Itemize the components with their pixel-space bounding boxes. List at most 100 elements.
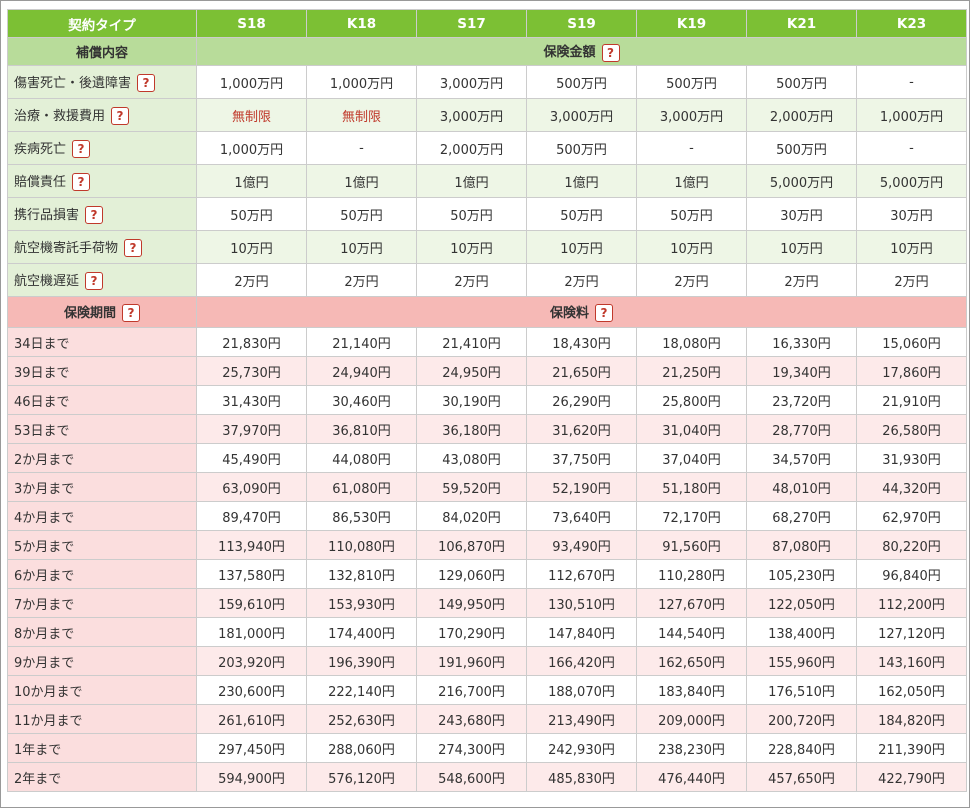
premium-cell: 59,520円 xyxy=(416,472,527,502)
premium-cell: 24,940円 xyxy=(306,356,417,386)
period-label: 1年まで xyxy=(7,733,197,763)
period-label: 39日まで xyxy=(7,356,197,386)
coverage-amount-cell: 500万円 xyxy=(636,65,747,99)
coverage-amount-cell: 2万円 xyxy=(856,263,967,297)
premium-cell: 91,560円 xyxy=(636,530,747,560)
premium-cell: 106,870円 xyxy=(416,530,527,560)
premium-cell: 62,970円 xyxy=(856,501,967,531)
plan-header-row: 契約タイプ S18 K18 S17 S19 K19 K21 K23 xyxy=(7,9,967,38)
premium-cell: 26,290円 xyxy=(526,385,637,415)
help-icon[interactable]: ? xyxy=(85,206,104,225)
premium-cell: 89,470円 xyxy=(196,501,307,531)
premium-cell: 209,000円 xyxy=(636,704,747,734)
help-icon[interactable]: ? xyxy=(85,272,104,291)
premium-cell: 213,490円 xyxy=(526,704,637,734)
premium-row: 3か月まで 63,090円 61,080円 59,520円 52,190円 51,180円… xyxy=(7,472,967,502)
premium-cell: 144,540円 xyxy=(636,617,747,647)
premium-cell: 149,950円 xyxy=(416,588,527,618)
help-icon[interactable]: ? xyxy=(111,107,130,126)
coverage-row-label: 航空機遅延? xyxy=(7,263,197,297)
premium-cell: 242,930円 xyxy=(526,733,637,763)
help-icon[interactable]: ? xyxy=(124,239,143,258)
coverage-amount-cell: 1億円 xyxy=(196,164,307,198)
premium-row: 8か月まで 181,000円 174,400円 170,290円 147,840円 144… xyxy=(7,617,967,647)
coverage-amount-cell: 3,000万円 xyxy=(416,65,527,99)
coverage-amount-cell: 1,000万円 xyxy=(856,98,967,132)
period-label: 10か月まで xyxy=(7,675,197,705)
premium-cell: 44,080円 xyxy=(306,443,417,473)
premium-cell: 162,050円 xyxy=(856,675,967,705)
plan-header-s19: S19 xyxy=(526,9,637,38)
premium-cell: 138,400円 xyxy=(746,617,857,647)
premium-cell: 132,810円 xyxy=(306,559,417,589)
premium-cell: 127,670円 xyxy=(636,588,747,618)
premium-cell: 52,190円 xyxy=(526,472,637,502)
period-label: 53日まで xyxy=(7,414,197,444)
coverage-amount-cell: 50万円 xyxy=(526,197,637,231)
premium-cell: 143,160円 xyxy=(856,646,967,676)
premium-cell: 422,790円 xyxy=(856,762,967,792)
premium-cell: 274,300円 xyxy=(416,733,527,763)
premium-row: 39日まで 25,730円 24,940円 24,950円 21,650円 21,250円… xyxy=(7,356,967,386)
coverage-amount-cell: 10万円 xyxy=(416,230,527,264)
help-icon[interactable]: ? xyxy=(601,43,620,62)
coverage-name: 航空機遅延 xyxy=(14,273,80,289)
premium-cell: 166,420円 xyxy=(526,646,637,676)
help-icon[interactable]: ? xyxy=(72,140,91,159)
help-icon[interactable]: ? xyxy=(72,173,91,192)
coverage-amount-cell: 10万円 xyxy=(306,230,417,264)
premium-cell: 24,950円 xyxy=(416,356,527,386)
premium-cell: 45,490円 xyxy=(196,443,307,473)
premium-row: 46日まで 31,430円 30,460円 30,190円 26,290円 25,800円… xyxy=(7,385,967,415)
insured-amount-label: 保険金額 xyxy=(543,45,596,61)
page-frame: 契約タイプ S18 K18 S17 S19 K19 K21 K23 補償内容 保険金額? 傷害死亡・… xyxy=(0,0,970,808)
insurance-period-header: 保険期間? xyxy=(7,296,197,328)
coverage-amount-cell: 5,000万円 xyxy=(746,164,857,198)
premium-cell: 485,830円 xyxy=(526,762,637,792)
coverage-row-label: 傷害死亡・後遺障害? xyxy=(7,65,197,99)
premium-cell: 122,050円 xyxy=(746,588,857,618)
coverage-amount-cell: 3,000万円 xyxy=(526,98,637,132)
premium-cell: 17,860円 xyxy=(856,356,967,386)
coverage-amount-cell: 2万円 xyxy=(526,263,637,297)
period-label: 2か月まで xyxy=(7,443,197,473)
premium-cell: 30,460円 xyxy=(306,385,417,415)
premium-cell: 110,280円 xyxy=(636,559,747,589)
plan-header-k19: K19 xyxy=(636,9,747,38)
coverage-amount-cell: 3,000万円 xyxy=(636,98,747,132)
coverage-amount-cell: 2,000万円 xyxy=(746,98,857,132)
period-label: 34日まで xyxy=(7,327,197,357)
coverage-row-label: 携行品損害? xyxy=(7,197,197,231)
period-label: 46日まで xyxy=(7,385,197,415)
premium-cell: 26,580円 xyxy=(856,414,967,444)
premium-cell: 184,820円 xyxy=(856,704,967,734)
plan-header-k23: K23 xyxy=(856,9,967,38)
period-label: 5か月まで xyxy=(7,530,197,560)
premium-cell: 476,440円 xyxy=(636,762,747,792)
premium-row: 4か月まで 89,470円 86,530円 84,020円 73,640円 72,170円… xyxy=(7,501,967,531)
coverage-row-label: 治療・救援費用? xyxy=(7,98,197,132)
coverage-amount-cell: 10万円 xyxy=(636,230,747,264)
coverage-amount-cell: 10万円 xyxy=(856,230,967,264)
premium-cell: 16,330円 xyxy=(746,327,857,357)
premium-row: 2年まで 594,900円 576,120円 548,600円 485,830円 476,… xyxy=(7,762,967,792)
coverage-amount-cell: - xyxy=(636,131,747,165)
help-icon[interactable]: ? xyxy=(122,304,140,323)
premium-cell: 297,450円 xyxy=(196,733,307,763)
premium-cell: 31,430円 xyxy=(196,385,307,415)
coverage-amount-cell: 1,000万円 xyxy=(196,65,307,99)
help-icon[interactable]: ? xyxy=(137,74,156,93)
premium-cell: 594,900円 xyxy=(196,762,307,792)
help-icon[interactable]: ? xyxy=(595,304,613,323)
coverage-amount-cell: 無制限 xyxy=(196,98,307,132)
coverage-amount-cell: 2万円 xyxy=(416,263,527,297)
premium-cell: 457,650円 xyxy=(746,762,857,792)
premium-cell: 176,510円 xyxy=(746,675,857,705)
coverage-amount-cell: 30万円 xyxy=(856,197,967,231)
coverage-amount-cell: 50万円 xyxy=(416,197,527,231)
premium-cell: 228,840円 xyxy=(746,733,857,763)
premium-cell: 200,720円 xyxy=(746,704,857,734)
premium-row: 1年まで 297,450円 288,060円 274,300円 242,930円 238,… xyxy=(7,733,967,763)
premium-cell: 80,220円 xyxy=(856,530,967,560)
premium-cell: 36,180円 xyxy=(416,414,527,444)
